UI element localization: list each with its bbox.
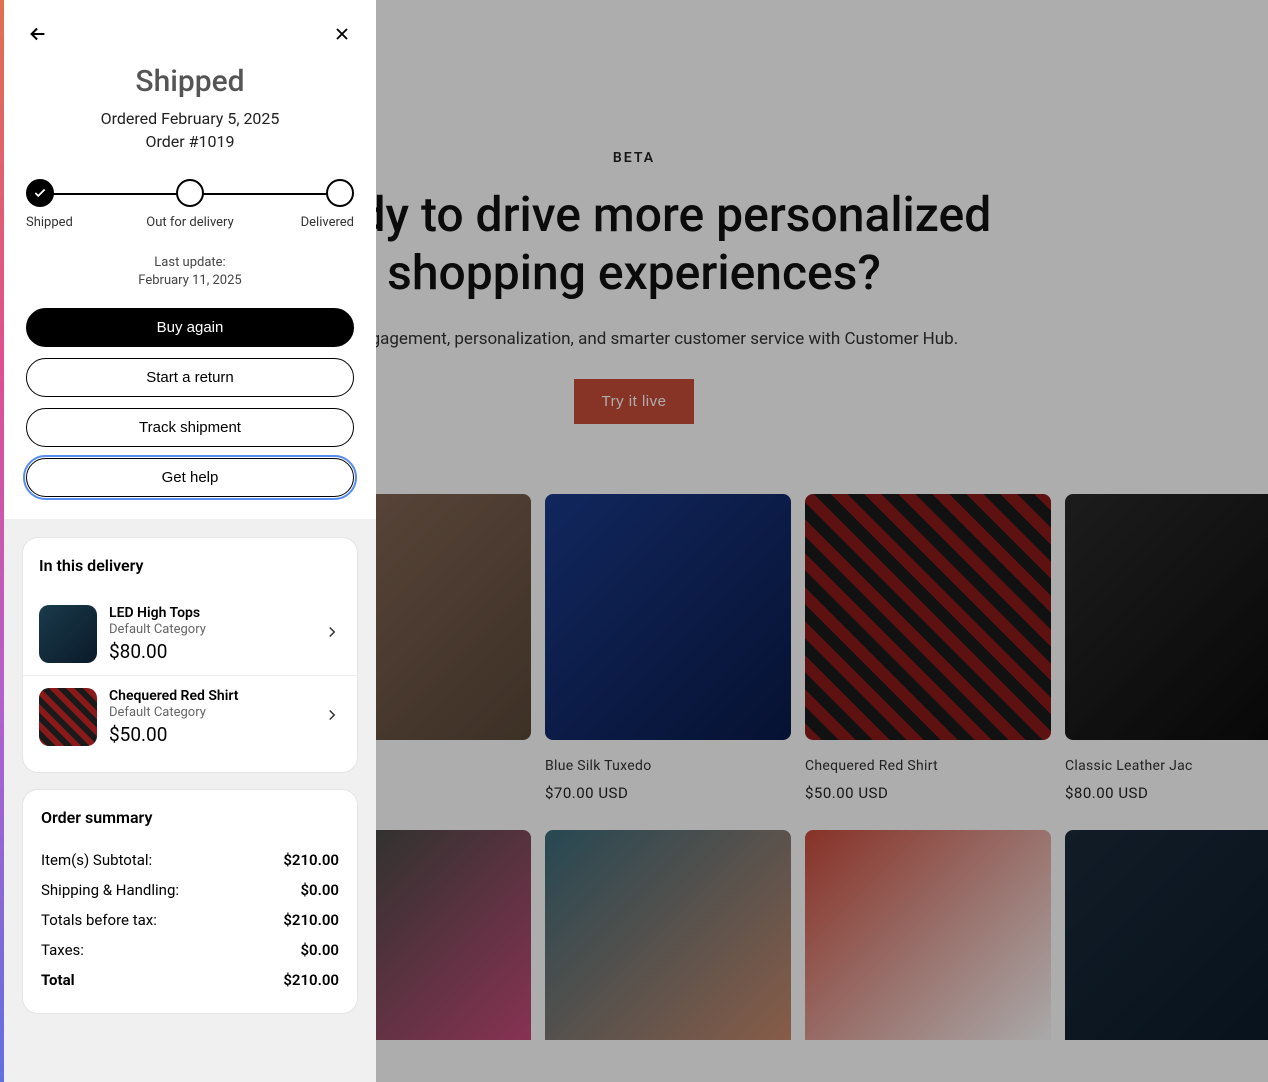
summary-row: Item(s) Subtotal: $210.00 bbox=[41, 845, 339, 875]
get-help-button[interactable]: Get help bbox=[26, 458, 354, 497]
order-panel: Shipped Ordered February 5, 2025 Order #… bbox=[0, 0, 376, 1082]
summary-row: Taxes: $0.00 bbox=[41, 935, 339, 965]
delivery-item[interactable]: Chequered Red Shirt Default Category $50… bbox=[23, 675, 357, 758]
summary-label: Taxes: bbox=[41, 941, 84, 959]
summary-value: $0.00 bbox=[300, 941, 339, 959]
item-price: $80.00 bbox=[109, 640, 311, 663]
shipping-stepper: Shipped Out for delivery Delivered bbox=[26, 179, 354, 230]
item-thumbnail bbox=[39, 605, 97, 663]
item-category: Default Category bbox=[109, 705, 311, 720]
summary-label: Totals before tax: bbox=[41, 911, 157, 929]
item-info: Chequered Red Shirt Default Category $50… bbox=[109, 688, 311, 746]
delivery-item[interactable]: LED High Tops Default Category $80.00 bbox=[23, 593, 357, 675]
summary-total-row: Total $210.00 bbox=[41, 965, 339, 995]
summary-label: Item(s) Subtotal: bbox=[41, 851, 152, 869]
buy-again-button[interactable]: Buy again bbox=[26, 308, 354, 347]
action-buttons: Buy again Start a return Track shipment … bbox=[26, 308, 354, 497]
step-label: Shipped bbox=[26, 215, 73, 230]
panel-header-section: Shipped Ordered February 5, 2025 Order #… bbox=[4, 0, 376, 519]
item-info: LED High Tops Default Category $80.00 bbox=[109, 605, 311, 663]
last-update-date: February 11, 2025 bbox=[138, 273, 241, 288]
step-circle-icon bbox=[326, 179, 354, 207]
start-return-button[interactable]: Start a return bbox=[26, 358, 354, 397]
step-circle-icon bbox=[26, 179, 54, 207]
last-update-label: Last update: bbox=[154, 255, 225, 270]
summary-label: Shipping & Handling: bbox=[41, 881, 179, 899]
summary-total-value: $210.00 bbox=[283, 971, 339, 989]
status-title: Shipped bbox=[26, 64, 354, 99]
step-delivered: Delivered bbox=[245, 179, 354, 230]
item-name: LED High Tops bbox=[109, 605, 311, 621]
order-id: Order #1019 bbox=[26, 132, 354, 151]
back-icon[interactable] bbox=[26, 22, 50, 46]
step-shipped: Shipped bbox=[26, 179, 135, 230]
item-price: $50.00 bbox=[109, 723, 311, 746]
item-thumbnail bbox=[39, 688, 97, 746]
delivery-title: In this delivery bbox=[23, 552, 357, 593]
delivery-card: In this delivery LED High Tops Default C… bbox=[22, 537, 358, 773]
summary-row: Totals before tax: $210.00 bbox=[41, 905, 339, 935]
summary-row: Shipping & Handling: $0.00 bbox=[41, 875, 339, 905]
item-name: Chequered Red Shirt bbox=[109, 688, 311, 704]
step-label: Out for delivery bbox=[146, 215, 233, 230]
ordered-date: Ordered February 5, 2025 bbox=[26, 109, 354, 128]
last-update: Last update: February 11, 2025 bbox=[26, 254, 354, 290]
track-shipment-button[interactable]: Track shipment bbox=[26, 408, 354, 447]
step-out-for-delivery: Out for delivery bbox=[135, 179, 244, 230]
summary-value: $210.00 bbox=[283, 851, 339, 869]
step-label: Delivered bbox=[301, 215, 354, 230]
summary-value: $210.00 bbox=[283, 911, 339, 929]
order-summary-card: Order summary Item(s) Subtotal: $210.00 … bbox=[22, 789, 358, 1014]
chevron-right-icon bbox=[323, 623, 341, 645]
summary-title: Order summary bbox=[41, 808, 339, 827]
chevron-right-icon bbox=[323, 706, 341, 728]
close-icon[interactable] bbox=[330, 22, 354, 46]
summary-value: $0.00 bbox=[300, 881, 339, 899]
item-category: Default Category bbox=[109, 622, 311, 637]
summary-total-label: Total bbox=[41, 971, 75, 989]
step-circle-icon bbox=[176, 179, 204, 207]
